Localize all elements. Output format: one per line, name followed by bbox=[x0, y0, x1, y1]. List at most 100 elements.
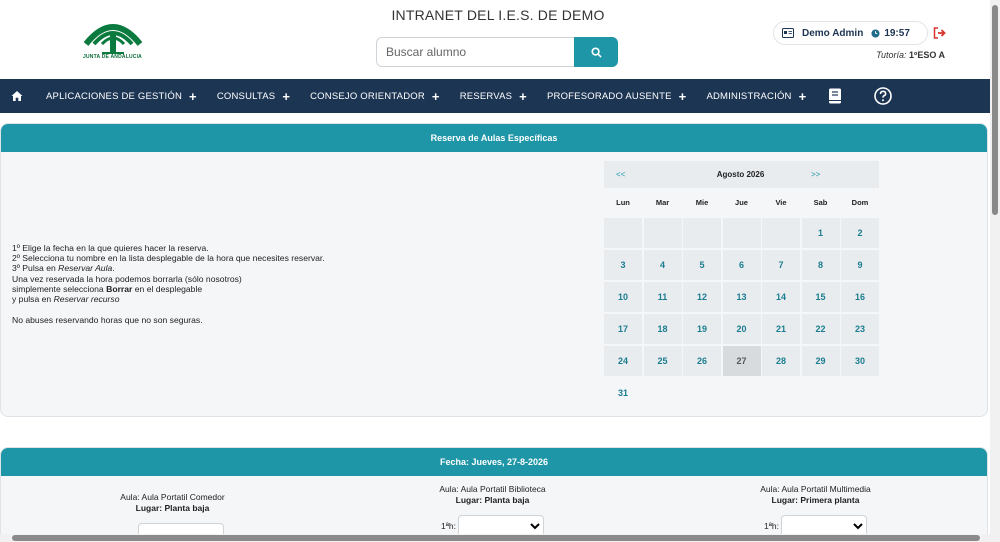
user-name: Demo Admin bbox=[802, 27, 864, 39]
calendar-day[interactable]: 4 bbox=[643, 250, 682, 280]
calendar-prev-button[interactable]: << bbox=[604, 161, 682, 188]
calendar-day[interactable]: 18 bbox=[643, 314, 682, 344]
id-card-icon bbox=[782, 28, 794, 38]
vertical-scroll-thumb[interactable] bbox=[992, 5, 998, 215]
calendar-day[interactable]: 26 bbox=[683, 346, 721, 376]
home-icon[interactable] bbox=[11, 90, 23, 102]
calendar-day[interactable]: 1 bbox=[801, 218, 840, 248]
user-pill[interactable]: Demo Admin 19:57 bbox=[773, 21, 928, 45]
calendar-day[interactable]: 25 bbox=[643, 346, 682, 376]
calendar-month: Agosto 2026 bbox=[682, 161, 799, 188]
nav-item-consultas[interactable]: CONSULTAS + bbox=[217, 89, 290, 104]
calendar-day[interactable]: 20 bbox=[722, 314, 761, 344]
calendar-empty-cell bbox=[643, 218, 682, 248]
calendar-day[interactable]: 19 bbox=[683, 314, 721, 344]
calendar-weekday: Jue bbox=[735, 197, 748, 207]
calendar-day[interactable]: 3 bbox=[604, 250, 642, 280]
tutoria: Tutoría: 1ºESO A bbox=[840, 50, 945, 60]
header: JUNTA DE ANDALUCIA INTRANET DEL I.E.S. D… bbox=[0, 0, 990, 79]
calendar-day[interactable]: 11 bbox=[643, 282, 682, 312]
calendar-day[interactable]: 16 bbox=[841, 282, 879, 312]
instruction-line: 2º Selecciona tu nombre en la lista desp… bbox=[12, 253, 325, 264]
nav-item-aplicaciones[interactable]: APLICACIONES DE GESTIÓN + bbox=[46, 89, 197, 104]
nav-item-label: APLICACIONES DE GESTIÓN bbox=[46, 90, 183, 102]
nav-item-label: CONSEJO ORIENTADOR bbox=[310, 90, 425, 102]
plus-icon: + bbox=[189, 88, 197, 104]
reserva-title: Reserva de Aulas Específicas bbox=[1, 124, 987, 152]
calendar-day[interactable]: 14 bbox=[762, 282, 800, 312]
calendar-day[interactable]: 31 bbox=[604, 378, 642, 408]
tutoria-value: 1ºESO A bbox=[909, 50, 945, 60]
plus-icon: + bbox=[798, 88, 807, 104]
calendar-header: << Agosto 2026 >> bbox=[604, 161, 879, 188]
calendar-weekday: Sab bbox=[813, 197, 828, 207]
calendar-day[interactable]: 6 bbox=[722, 250, 761, 280]
nav-item-administracion[interactable]: ADMINISTRACIÓN + bbox=[706, 89, 806, 104]
calendar-day[interactable]: 24 bbox=[604, 346, 642, 376]
main-nav: APLICACIONES DE GESTIÓN + CONSULTAS + CO… bbox=[0, 79, 990, 113]
calendar-day[interactable]: 2 bbox=[841, 218, 879, 248]
aula-name: Aula: Aula Portatil Biblioteca bbox=[439, 484, 546, 494]
aula-name: Aula: Aula Portatil Comedor bbox=[120, 492, 225, 502]
calendar-day[interactable]: 12 bbox=[683, 282, 721, 312]
calendar-weekday: Mie bbox=[695, 197, 709, 207]
calendar-day[interactable]: 7 bbox=[762, 250, 800, 280]
nav-item-consejo-orientador[interactable]: CONSEJO ORIENTADOR + bbox=[310, 89, 440, 104]
calendar-weekday: Vie bbox=[775, 197, 787, 207]
search-icon bbox=[590, 46, 602, 58]
calendar-day[interactable]: 30 bbox=[841, 346, 879, 376]
clock-icon bbox=[871, 28, 880, 38]
calendar-day[interactable]: 21 bbox=[762, 314, 800, 344]
instruction-line: No abuses reservando horas que no son se… bbox=[12, 315, 203, 326]
aula-lugar: Lugar: Planta baja bbox=[135, 502, 210, 513]
calendar-day[interactable]: 15 bbox=[801, 282, 840, 312]
calendar-day[interactable]: 27 bbox=[722, 346, 761, 376]
calendar-empty-cell bbox=[683, 218, 721, 248]
hora-label: 1ªh: bbox=[764, 521, 779, 531]
aula-comedor: Aula: Aula Portatil Comedor Lugar: Plant… bbox=[85, 492, 260, 513]
page: JUNTA DE ANDALUCIA INTRANET DEL I.E.S. D… bbox=[0, 0, 1000, 542]
site-title: INTRANET DEL I.E.S. DE DEMO bbox=[391, 7, 605, 23]
calendar-day[interactable]: 8 bbox=[801, 250, 840, 280]
calendar-next-button[interactable]: >> bbox=[799, 161, 879, 188]
calendar-day[interactable]: 28 bbox=[762, 346, 800, 376]
aula-lugar: Lugar: Primera planta bbox=[771, 494, 860, 505]
nav-item-label: RESERVAS bbox=[459, 90, 513, 102]
instruction-line: 1º Elige la fecha en la que quieres hace… bbox=[12, 243, 209, 253]
calendar-weekday: Mar bbox=[655, 197, 670, 207]
horizontal-scroll-thumb[interactable] bbox=[12, 535, 980, 541]
clock: 19:57 bbox=[871, 28, 910, 39]
search-input[interactable] bbox=[376, 37, 576, 67]
calendar-day[interactable]: 17 bbox=[604, 314, 642, 344]
instructions: 1º Elige la fecha en la que quieres hace… bbox=[12, 243, 372, 325]
plus-icon: + bbox=[678, 88, 687, 104]
help-icon[interactable] bbox=[874, 87, 893, 105]
calendar-empty-cell bbox=[762, 218, 800, 248]
calendar-day[interactable]: 23 bbox=[841, 314, 879, 344]
vertical-scrollbar[interactable] bbox=[990, 0, 1000, 542]
aula-lugar: Lugar: Planta baja bbox=[455, 494, 530, 505]
aula-name: Aula: Aula Portatil Multimedia bbox=[760, 484, 871, 494]
calendar-day[interactable]: 9 bbox=[841, 250, 879, 280]
tutoria-label: Tutoría: bbox=[876, 50, 907, 60]
logout-icon[interactable] bbox=[933, 27, 947, 39]
calendar-day[interactable]: 10 bbox=[604, 282, 642, 312]
calendar-day[interactable]: 29 bbox=[801, 346, 840, 376]
calendar-day[interactable]: 5 bbox=[683, 250, 721, 280]
search-button[interactable] bbox=[574, 37, 618, 67]
instruction-line: 3º Pulsa en Reservar Aula. bbox=[12, 263, 115, 274]
nav-item-label: ADMINISTRACIÓN bbox=[706, 90, 792, 102]
instruction-line: y pulsa en Reservar recurso bbox=[12, 294, 120, 305]
instruction-line: Una vez reservada la hora podemos borrar… bbox=[12, 273, 242, 284]
calendar-day[interactable]: 22 bbox=[801, 314, 840, 344]
horizontal-scrollbar[interactable] bbox=[0, 534, 990, 542]
calendar-day[interactable]: 13 bbox=[722, 282, 761, 312]
nav-item-reservas[interactable]: RESERVAS + bbox=[460, 89, 527, 104]
aula-biblioteca: Aula: Aula Portatil Biblioteca Lugar: Pl… bbox=[405, 484, 580, 505]
aula-multimedia: Aula: Aula Portatil Multimedia Lugar: Pr… bbox=[728, 484, 903, 505]
nav-item-profesorado-ausente[interactable]: PROFESORADO AUSENTE + bbox=[547, 89, 686, 104]
nav-item-label: PROFESORADO AUSENTE bbox=[546, 90, 672, 102]
plus-icon: + bbox=[431, 88, 440, 104]
book-icon[interactable] bbox=[828, 88, 842, 104]
clock-time: 19:57 bbox=[884, 27, 910, 39]
